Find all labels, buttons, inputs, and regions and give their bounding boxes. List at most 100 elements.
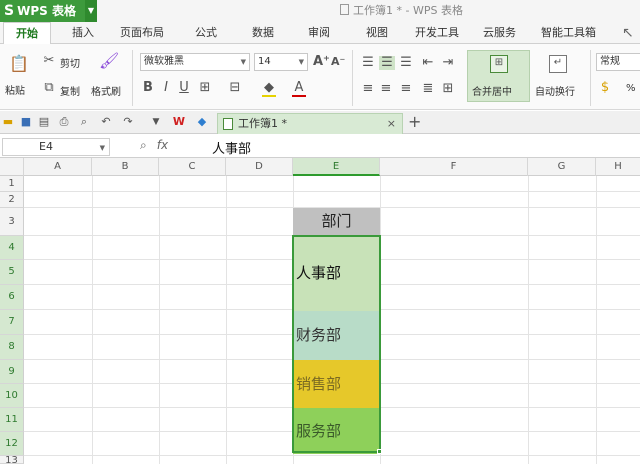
underline-icon[interactable]: U [178, 81, 190, 95]
cloud-box-icon[interactable]: ◆ [195, 115, 209, 129]
row-header-5[interactable]: 5 [0, 260, 24, 285]
select-all-corner[interactable] [0, 158, 24, 176]
row-header-2[interactable]: 2 [0, 192, 24, 208]
close-icon[interactable]: × [387, 114, 396, 134]
cell-e3-header[interactable]: 部门 [293, 208, 380, 235]
decrease-font-icon[interactable]: A⁻ [331, 55, 345, 69]
tab-view[interactable]: 视图 [366, 22, 388, 44]
merge-center-button[interactable]: ⊞ 合并居中 [467, 50, 530, 102]
document-tab[interactable]: 工作簿1 * × [217, 113, 403, 134]
open-folder-icon[interactable]: ▬ [1, 115, 15, 129]
align-bottom-icon[interactable]: ☰ [399, 56, 413, 70]
formula-input[interactable]: 人事部 [212, 138, 251, 157]
app-menu-button[interactable]: S WPS 表格 ▼ [0, 0, 97, 22]
percent-button[interactable]: % [626, 83, 636, 94]
document-tab-label: 工作簿1 * [238, 117, 287, 130]
column-header-f[interactable]: F [380, 158, 528, 176]
fill-handle[interactable] [377, 449, 382, 454]
align-top-icon[interactable]: ☰ [361, 56, 375, 70]
tab-page-layout[interactable]: 页面布局 [120, 22, 164, 44]
row-header-6[interactable]: 6 [0, 285, 24, 310]
indent-icon[interactable]: ⇥ [441, 56, 455, 70]
save-icon[interactable]: ■ [19, 115, 33, 129]
zoom-icon[interactable]: ⌕ [140, 138, 147, 152]
column-header-c[interactable]: C [159, 158, 226, 176]
redo-icon[interactable]: ↷ [121, 115, 135, 129]
row-header-11[interactable]: 11 [0, 408, 24, 432]
grid-line [596, 176, 597, 464]
column-header-g[interactable]: G [528, 158, 596, 176]
ribbon-divider [352, 50, 353, 106]
spreadsheet-grid[interactable]: A B C D E F G H 1 2 3 4 5 6 7 8 9 10 11 … [0, 158, 640, 464]
distribute-icon[interactable]: ⊞ [441, 82, 455, 96]
name-box[interactable]: E4 ▼ [2, 138, 110, 156]
italic-icon[interactable]: I [160, 81, 172, 95]
copy-icon[interactable]: ⧉ [42, 81, 56, 95]
new-tab-button[interactable]: + [408, 112, 421, 131]
row-header-12[interactable]: 12 [0, 432, 24, 456]
tab-developer[interactable]: 开发工具 [415, 22, 459, 44]
tab-toolbox[interactable]: 智能工具箱 [541, 22, 596, 44]
cell-style-icon[interactable]: ⊟ [228, 81, 242, 95]
format-painter-button[interactable]: 格式刷 [91, 83, 121, 98]
paste-button[interactable]: 📋 粘贴 [4, 54, 32, 104]
border-icon[interactable]: ⊞ [198, 81, 212, 95]
ribbon-divider [132, 50, 133, 106]
preview-icon[interactable]: ⌕ [77, 115, 91, 129]
font-name-select[interactable]: 微软雅黑 ▼ [140, 53, 250, 71]
print-preview-icon[interactable]: ▤ [37, 115, 51, 129]
bold-icon[interactable]: B [142, 81, 154, 95]
grid-line [24, 191, 640, 192]
row-header-7[interactable]: 7 [0, 310, 24, 335]
column-header-h[interactable]: H [596, 158, 640, 176]
customize-toolbar-icon[interactable]: ▼ [149, 115, 163, 129]
fx-icon[interactable]: fx [157, 138, 168, 152]
row-header-8[interactable]: 8 [0, 335, 24, 360]
copy-button[interactable]: 复制 [60, 83, 80, 98]
font-color-icon[interactable]: A [292, 81, 306, 97]
tab-data[interactable]: 数据 [252, 22, 274, 44]
font-size-select[interactable]: 14 ▼ [254, 53, 308, 71]
number-format-select[interactable]: 常规 [596, 53, 640, 71]
scissors-icon[interactable]: ✂ [42, 54, 56, 68]
tab-review[interactable]: 审阅 [308, 22, 330, 44]
cut-button[interactable]: 剪切 [60, 55, 80, 70]
align-center-icon[interactable]: ≡ [379, 82, 393, 96]
row-header-13[interactable]: 13 [0, 456, 24, 464]
formula-tools: ⌕ fx [140, 138, 168, 153]
grid-line [24, 455, 640, 456]
wrap-text-button[interactable]: ↵ 自动换行 [534, 50, 584, 102]
tab-home[interactable]: 开始 [3, 22, 51, 45]
column-header-d[interactable]: D [226, 158, 293, 176]
outdent-icon[interactable]: ⇤ [421, 56, 435, 70]
align-left-icon[interactable]: ≡ [361, 82, 375, 96]
row-header-3[interactable]: 3 [0, 208, 24, 236]
tab-formulas[interactable]: 公式 [195, 22, 217, 44]
align-right-icon[interactable]: ≡ [399, 82, 413, 96]
align-middle-icon[interactable]: ☰ [379, 56, 395, 70]
tab-cloud[interactable]: 云服务 [483, 22, 516, 44]
undo-icon[interactable]: ↶ [99, 115, 113, 129]
row-header-1[interactable]: 1 [0, 176, 24, 192]
grid-line [92, 176, 93, 464]
justify-icon[interactable]: ≣ [421, 82, 435, 96]
print-icon[interactable]: ⎙ [57, 115, 71, 129]
spreadsheet-icon [223, 118, 233, 130]
chevron-down-icon: ▼ [240, 58, 246, 66]
app-name: WPS 表格 [17, 4, 76, 18]
row-header-10[interactable]: 10 [0, 384, 24, 408]
tab-insert[interactable]: 插入 [72, 22, 94, 44]
menu-tabs: 开始 插入 页面布局 公式 数据 审阅 视图 开发工具 云服务 智能工具箱 ↖ [0, 22, 640, 45]
column-header-b[interactable]: B [92, 158, 159, 176]
increase-font-icon[interactable]: A⁺ [313, 55, 330, 69]
row-header-9[interactable]: 9 [0, 360, 24, 384]
fill-color-icon[interactable]: ◆ [262, 81, 276, 97]
column-header-a[interactable]: A [24, 158, 92, 176]
wps-home-icon[interactable]: W [172, 115, 186, 129]
column-header-e[interactable]: E [293, 158, 380, 176]
currency-icon[interactable]: $ [598, 81, 612, 95]
brush-icon[interactable]: 🖌 [99, 53, 119, 69]
chevron-down-icon[interactable]: ▼ [85, 0, 97, 22]
chevron-down-icon: ▼ [99, 144, 105, 152]
row-header-4[interactable]: 4 [0, 236, 24, 260]
